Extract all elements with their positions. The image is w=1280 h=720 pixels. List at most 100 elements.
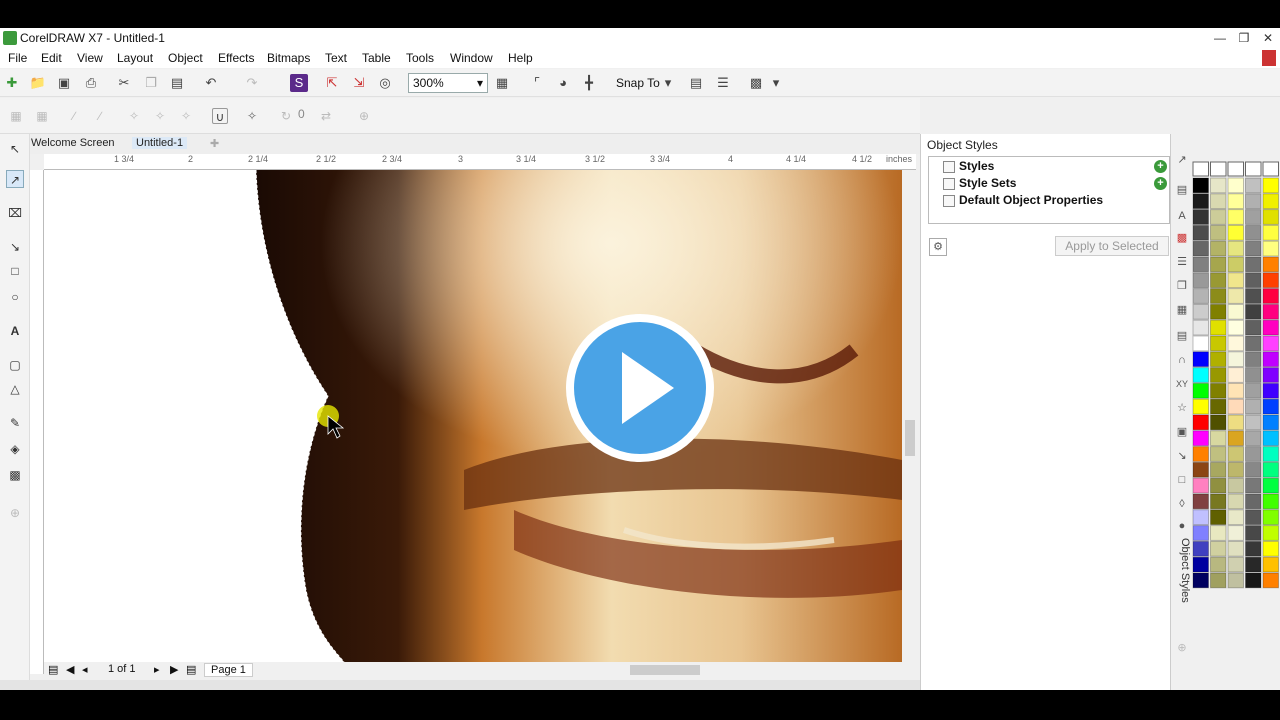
publish-pdf-icon[interactable]: ◎ <box>376 74 394 92</box>
color-swatch[interactable] <box>1227 572 1244 589</box>
color-swatch[interactable] <box>1210 430 1227 447</box>
color-swatch[interactable] <box>1192 272 1209 289</box>
new-tab-icon[interactable]: ✚ <box>210 137 219 150</box>
color-swatch[interactable] <box>1192 382 1209 399</box>
undo-icon[interactable]: ↶ <box>202 74 220 92</box>
color-swatch[interactable] <box>1210 540 1227 557</box>
color-swatch[interactable] <box>1227 382 1244 399</box>
snap-chevron-icon[interactable]: ▾ <box>659 74 677 92</box>
show-rulers-icon[interactable]: ⌜ <box>528 74 546 92</box>
color-swatch[interactable] <box>1192 540 1209 557</box>
tab-welcome-screen[interactable]: Welcome Screen <box>31 137 115 149</box>
color-swatch[interactable] <box>1227 509 1244 526</box>
color-swatch[interactable] <box>1245 351 1262 368</box>
cut-icon[interactable]: ✂ <box>115 74 133 92</box>
color-swatch[interactable] <box>1262 367 1279 383</box>
color-swatch[interactable] <box>1227 430 1244 447</box>
color-swatch[interactable] <box>1227 461 1244 478</box>
color-swatch[interactable] <box>1245 288 1262 304</box>
color-swatch[interactable] <box>1192 461 1209 478</box>
color-swatch[interactable] <box>1245 319 1262 336</box>
color-swatch[interactable] <box>1192 572 1209 589</box>
color-swatch[interactable] <box>1210 382 1227 399</box>
welcome-screen-icon[interactable]: ▩ <box>747 74 765 92</box>
color-swatch[interactable] <box>1245 398 1262 415</box>
color-swatch[interactable] <box>1210 446 1227 462</box>
color-styles-icon[interactable]: ▩ <box>1174 230 1190 246</box>
color-swatch[interactable] <box>1262 240 1279 257</box>
color-swatch[interactable] <box>1192 288 1209 304</box>
menu-window[interactable]: Window <box>450 51 493 65</box>
color-swatch[interactable] <box>1227 319 1244 336</box>
color-swatch[interactable] <box>1192 446 1209 462</box>
color-swatch[interactable] <box>1245 240 1262 257</box>
no-color-swatch[interactable] <box>1262 161 1279 177</box>
color-swatch[interactable] <box>1262 177 1279 194</box>
color-swatch[interactable] <box>1210 525 1227 541</box>
page-1-tab[interactable]: Page 1 <box>204 663 253 677</box>
import-icon[interactable]: ⇱ <box>323 74 341 92</box>
color-swatch[interactable] <box>1210 461 1227 478</box>
color-swatch[interactable] <box>1245 335 1262 352</box>
horizontal-scroll-thumb[interactable] <box>630 665 700 675</box>
color-swatch[interactable] <box>1227 209 1244 225</box>
smart-fill-tool-icon[interactable]: ▩ <box>6 466 24 484</box>
color-swatch[interactable] <box>1192 430 1209 447</box>
search-content-icon[interactable]: S <box>290 74 308 92</box>
menu-object[interactable]: Object <box>168 51 203 65</box>
no-color-swatch[interactable] <box>1210 161 1227 177</box>
color-swatch[interactable] <box>1210 335 1227 352</box>
color-swatch[interactable] <box>1245 177 1262 194</box>
color-swatch[interactable] <box>1192 414 1209 431</box>
color-swatch[interactable] <box>1192 240 1209 257</box>
color-swatch[interactable] <box>1210 572 1227 589</box>
color-swatch[interactable] <box>1210 493 1227 510</box>
color-swatch[interactable] <box>1245 477 1262 494</box>
bevel-icon[interactable]: ▣ <box>1174 424 1190 440</box>
no-color-swatch[interactable] <box>1192 161 1209 177</box>
curve-icon[interactable]: ∕ <box>92 108 108 124</box>
menu-bitmaps[interactable]: Bitmaps <box>267 51 310 65</box>
node-type-icon[interactable]: ✧ <box>152 108 168 124</box>
menu-edit[interactable]: Edit <box>41 51 62 65</box>
object-styles-side-tab[interactable]: Object Styles <box>1173 538 1191 612</box>
menu-table[interactable]: Table <box>362 51 391 65</box>
snap-to-dropdown[interactable]: Snap To <box>616 76 660 90</box>
transformations-icon[interactable]: ❐ <box>1174 278 1190 294</box>
color-swatch[interactable] <box>1245 556 1262 573</box>
show-grid-icon[interactable]: ◕ <box>554 74 572 92</box>
first-page-icon[interactable]: ◀ <box>66 663 74 676</box>
color-swatch[interactable] <box>1227 556 1244 573</box>
menu-layout[interactable]: Layout <box>117 51 153 65</box>
color-swatch[interactable] <box>1262 303 1279 320</box>
node-icon[interactable]: ✧ <box>126 108 142 124</box>
vertical-scroll-thumb[interactable] <box>905 420 915 456</box>
color-swatch[interactable] <box>1262 319 1279 336</box>
color-swatch[interactable] <box>1210 303 1227 320</box>
color-swatch[interactable] <box>1210 272 1227 289</box>
color-swatch[interactable] <box>1262 193 1279 210</box>
shape-tool-icon[interactable]: ↗ <box>6 170 24 188</box>
coordinates-icon[interactable]: XY <box>1174 376 1190 392</box>
select-all-nodes-icon[interactable]: ⊕ <box>356 108 372 124</box>
no-color-swatch[interactable] <box>1227 161 1244 177</box>
dimension-icon[interactable]: ↘ <box>1174 448 1190 464</box>
color-swatch[interactable] <box>1245 256 1262 273</box>
color-swatch[interactable] <box>1227 477 1244 494</box>
menu-effects[interactable]: Effects <box>218 51 254 65</box>
color-swatch[interactable] <box>1262 288 1279 304</box>
color-swatch[interactable] <box>1245 461 1262 478</box>
tree-item-default-object-properties[interactable]: Default Object Properties <box>959 193 1103 207</box>
hints-icon[interactable]: ↗ <box>1174 152 1190 168</box>
color-swatch[interactable] <box>1262 335 1279 352</box>
lens-icon[interactable]: ☆ <box>1174 400 1190 416</box>
freehand-tool-icon[interactable]: ↘ <box>6 238 24 256</box>
tree-item-styles[interactable]: Styles <box>959 159 994 173</box>
color-swatch[interactable] <box>1245 414 1262 431</box>
ellipse-tool-icon[interactable]: ○ <box>6 288 24 306</box>
color-swatch[interactable] <box>1262 461 1279 478</box>
menu-file[interactable]: File <box>8 51 27 65</box>
color-swatch[interactable] <box>1227 414 1244 431</box>
color-swatch[interactable] <box>1192 398 1209 415</box>
color-swatch[interactable] <box>1210 224 1227 241</box>
